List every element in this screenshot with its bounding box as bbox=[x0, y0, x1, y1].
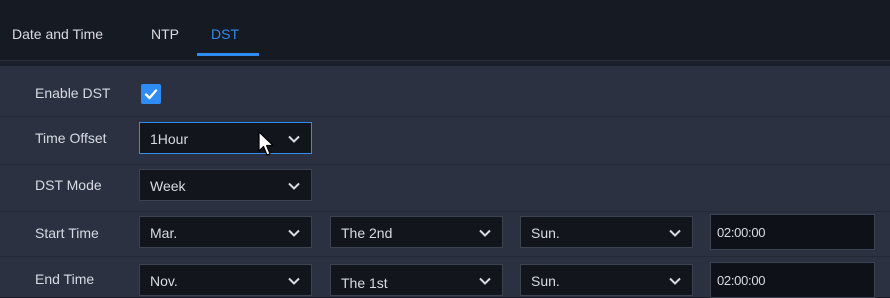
chevron-down-icon bbox=[669, 277, 681, 285]
time-offset-select[interactable]: 1Hour bbox=[139, 122, 312, 154]
tab-dst[interactable]: DST bbox=[211, 26, 239, 42]
enable-dst-checkbox[interactable] bbox=[141, 84, 161, 104]
check-icon bbox=[144, 89, 158, 100]
row-divider bbox=[0, 211, 890, 212]
chevron-down-icon bbox=[288, 229, 300, 237]
tab-bar: Date and Time NTP DST bbox=[0, 0, 890, 61]
end-time-label: End Time bbox=[35, 271, 95, 287]
end-day-value: Sun. bbox=[531, 273, 560, 289]
chevron-down-icon bbox=[288, 182, 300, 190]
end-day-select[interactable]: Sun. bbox=[520, 264, 693, 296]
row-divider bbox=[0, 164, 890, 165]
tab-date-and-time[interactable]: Date and Time bbox=[12, 26, 103, 42]
start-month-value: Mar. bbox=[150, 225, 178, 241]
chevron-down-icon bbox=[669, 229, 681, 237]
start-time-input[interactable]: 02:00:00 bbox=[710, 214, 875, 250]
row-divider bbox=[0, 116, 890, 117]
end-time-input[interactable]: 02:00:00 bbox=[710, 262, 875, 298]
time-offset-label: Time Offset bbox=[35, 130, 107, 146]
start-day-value: Sun. bbox=[531, 225, 560, 241]
end-week-select[interactable]: The 1st bbox=[330, 264, 503, 296]
active-tab-indicator bbox=[197, 53, 259, 56]
start-week-value: The 2nd bbox=[341, 225, 393, 241]
end-week-value: The 1st bbox=[341, 275, 388, 291]
chevron-down-icon bbox=[479, 277, 491, 285]
start-month-select[interactable]: Mar. bbox=[139, 216, 312, 248]
end-month-select[interactable]: Nov. bbox=[139, 264, 312, 296]
time-offset-value: 1Hour bbox=[150, 131, 189, 147]
end-time-value: 02:00:00 bbox=[717, 273, 766, 288]
dst-mode-select[interactable]: Week bbox=[139, 169, 312, 201]
start-time-label: Start Time bbox=[35, 225, 99, 241]
tab-ntp[interactable]: NTP bbox=[151, 26, 179, 42]
dst-mode-value: Week bbox=[150, 178, 186, 194]
start-day-select[interactable]: Sun. bbox=[520, 216, 693, 248]
end-month-value: Nov. bbox=[150, 273, 178, 289]
dst-mode-label: DST Mode bbox=[35, 177, 102, 193]
chevron-down-icon bbox=[288, 135, 300, 143]
chevron-down-icon bbox=[479, 229, 491, 237]
start-week-select[interactable]: The 2nd bbox=[330, 216, 503, 248]
mouse-pointer-icon bbox=[258, 131, 274, 156]
row-divider bbox=[0, 256, 890, 257]
chevron-down-icon bbox=[288, 277, 300, 285]
start-time-value: 02:00:00 bbox=[717, 225, 766, 240]
enable-dst-label: Enable DST bbox=[35, 85, 111, 101]
